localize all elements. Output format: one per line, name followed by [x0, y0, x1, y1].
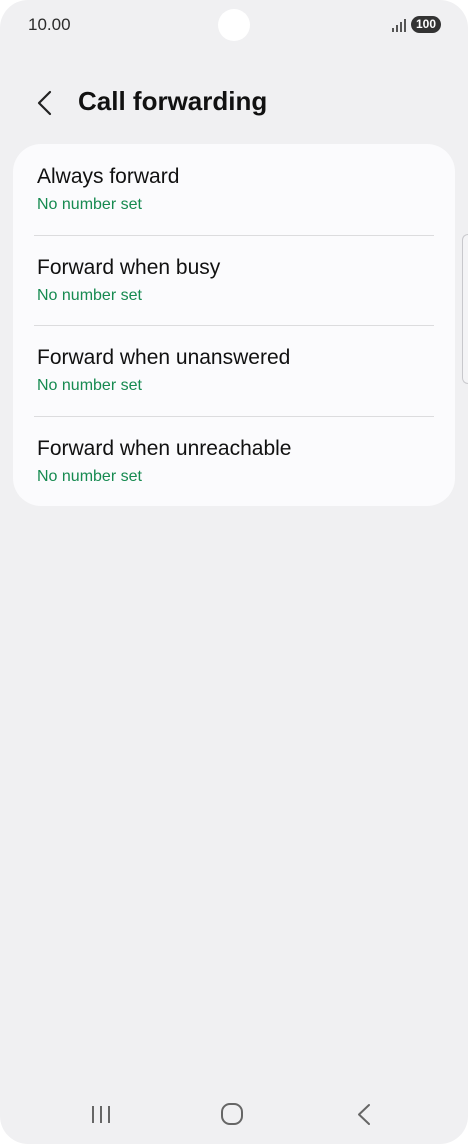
header: Call forwarding	[0, 76, 468, 130]
nav-back-button[interactable]	[344, 1098, 384, 1132]
back-button[interactable]	[28, 84, 64, 122]
option-always-forward[interactable]: Always forward No number set	[13, 144, 455, 234]
option-title: Forward when unanswered	[37, 346, 291, 369]
screen: 10.00 100 Call forwarding Always forward…	[0, 0, 468, 1144]
option-forward-when-unanswered[interactable]: Forward when unanswered No number set	[13, 325, 455, 415]
option-subtitle: No number set	[37, 196, 142, 213]
battery-badge: 100	[411, 16, 441, 33]
home-button[interactable]	[212, 1098, 252, 1132]
option-forward-when-unreachable[interactable]: Forward when unreachable No number set	[13, 416, 455, 506]
call-forwarding-options-card: Always forward No number set Forward whe…	[13, 144, 455, 506]
recents-icon	[92, 1106, 110, 1123]
home-icon	[221, 1103, 243, 1125]
option-title: Forward when busy	[37, 256, 221, 279]
status-bar: 10.00 100	[0, 0, 468, 52]
chevron-left-icon	[37, 90, 52, 116]
option-forward-when-busy[interactable]: Forward when busy No number set	[13, 235, 455, 325]
status-time: 10.00	[28, 15, 71, 34]
edge-panel-handle[interactable]	[462, 234, 468, 384]
option-subtitle: No number set	[37, 377, 142, 394]
option-title: Forward when unreachable	[37, 437, 292, 460]
signal-icon	[392, 19, 406, 32]
option-subtitle: No number set	[37, 468, 142, 485]
page-title: Call forwarding	[78, 86, 268, 116]
option-subtitle: No number set	[37, 287, 142, 304]
navigation-bar	[0, 1090, 468, 1138]
camera-cutout	[218, 9, 250, 41]
recents-button[interactable]	[81, 1098, 121, 1132]
option-title: Always forward	[37, 165, 180, 188]
back-icon	[358, 1104, 370, 1125]
